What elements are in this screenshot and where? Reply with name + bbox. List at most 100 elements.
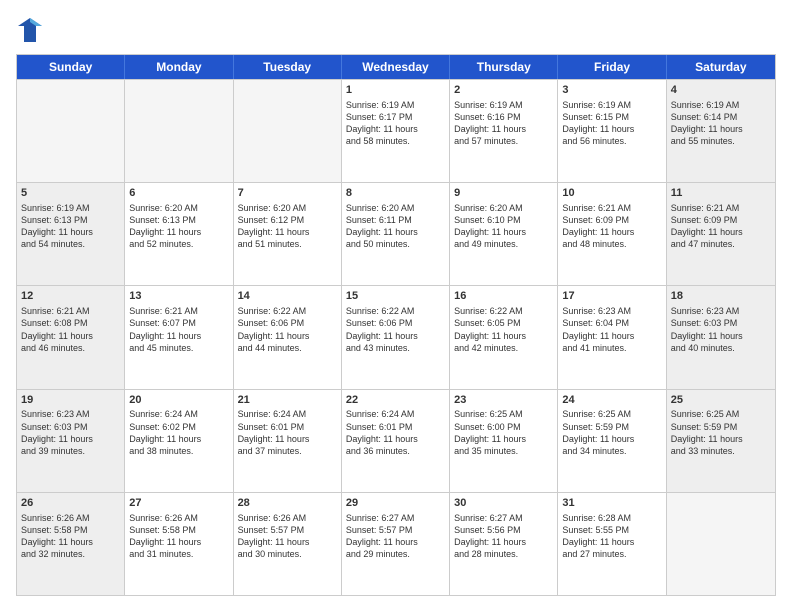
cell-info-line: Daylight: 11 hours: [562, 536, 661, 548]
calendar-cell: 1Sunrise: 6:19 AMSunset: 6:17 PMDaylight…: [342, 80, 450, 182]
cell-info-line: Sunset: 6:08 PM: [21, 317, 120, 329]
cell-info-line: Daylight: 11 hours: [129, 330, 228, 342]
day-number: 1: [346, 83, 445, 98]
cell-info-line: Daylight: 11 hours: [238, 433, 337, 445]
calendar-cell: 21Sunrise: 6:24 AMSunset: 6:01 PMDayligh…: [234, 390, 342, 492]
cell-info-line: Sunset: 6:06 PM: [346, 317, 445, 329]
cell-info-line: Sunset: 5:55 PM: [562, 524, 661, 536]
calendar-cell: 17Sunrise: 6:23 AMSunset: 6:04 PMDayligh…: [558, 286, 666, 388]
cell-info-line: Sunrise: 6:23 AM: [671, 305, 771, 317]
cell-info-line: Sunrise: 6:26 AM: [21, 512, 120, 524]
calendar-cell: 24Sunrise: 6:25 AMSunset: 5:59 PMDayligh…: [558, 390, 666, 492]
cell-info-line: Daylight: 11 hours: [454, 226, 553, 238]
calendar-cell: [125, 80, 233, 182]
cell-info-line: and 52 minutes.: [129, 238, 228, 250]
cell-info-line: Sunrise: 6:23 AM: [562, 305, 661, 317]
day-number: 8: [346, 186, 445, 201]
cell-info-line: Sunrise: 6:27 AM: [454, 512, 553, 524]
cell-info-line: Daylight: 11 hours: [346, 330, 445, 342]
day-number: 3: [562, 83, 661, 98]
cell-info-line: and 43 minutes.: [346, 342, 445, 354]
calendar-row-3: 19Sunrise: 6:23 AMSunset: 6:03 PMDayligh…: [17, 389, 775, 492]
cell-info-line: Sunset: 5:56 PM: [454, 524, 553, 536]
cell-info-line: Daylight: 11 hours: [454, 123, 553, 135]
calendar-cell: 29Sunrise: 6:27 AMSunset: 5:57 PMDayligh…: [342, 493, 450, 595]
calendar-cell: 11Sunrise: 6:21 AMSunset: 6:09 PMDayligh…: [667, 183, 775, 285]
day-number: 13: [129, 289, 228, 304]
cell-info-line: and 29 minutes.: [346, 548, 445, 560]
cell-info-line: Sunrise: 6:19 AM: [454, 99, 553, 111]
calendar-cell: 9Sunrise: 6:20 AMSunset: 6:10 PMDaylight…: [450, 183, 558, 285]
cell-info-line: Sunrise: 6:20 AM: [454, 202, 553, 214]
day-number: 22: [346, 393, 445, 408]
header: [16, 16, 776, 44]
cell-info-line: Sunset: 5:58 PM: [21, 524, 120, 536]
cell-info-line: and 58 minutes.: [346, 135, 445, 147]
cell-info-line: Daylight: 11 hours: [346, 226, 445, 238]
cell-info-line: Sunset: 6:00 PM: [454, 421, 553, 433]
cell-info-line: Sunrise: 6:21 AM: [562, 202, 661, 214]
cell-info-line: and 33 minutes.: [671, 445, 771, 457]
cell-info-line: Daylight: 11 hours: [129, 226, 228, 238]
calendar-cell: 23Sunrise: 6:25 AMSunset: 6:00 PMDayligh…: [450, 390, 558, 492]
cell-info-line: and 27 minutes.: [562, 548, 661, 560]
cell-info-line: and 39 minutes.: [21, 445, 120, 457]
cell-info-line: and 42 minutes.: [454, 342, 553, 354]
day-number: 5: [21, 186, 120, 201]
day-number: 10: [562, 186, 661, 201]
day-number: 7: [238, 186, 337, 201]
cell-info-line: Sunrise: 6:21 AM: [129, 305, 228, 317]
cell-info-line: Sunrise: 6:20 AM: [238, 202, 337, 214]
day-number: 23: [454, 393, 553, 408]
cell-info-line: Sunset: 6:07 PM: [129, 317, 228, 329]
calendar-cell: 25Sunrise: 6:25 AMSunset: 5:59 PMDayligh…: [667, 390, 775, 492]
day-number: 16: [454, 289, 553, 304]
cell-info-line: Sunset: 6:10 PM: [454, 214, 553, 226]
cell-info-line: Daylight: 11 hours: [129, 536, 228, 548]
cell-info-line: and 57 minutes.: [454, 135, 553, 147]
cell-info-line: Sunrise: 6:19 AM: [21, 202, 120, 214]
cell-info-line: Daylight: 11 hours: [21, 330, 120, 342]
cell-info-line: and 30 minutes.: [238, 548, 337, 560]
cell-info-line: Daylight: 11 hours: [562, 226, 661, 238]
cell-info-line: Sunrise: 6:19 AM: [671, 99, 771, 111]
cell-info-line: and 38 minutes.: [129, 445, 228, 457]
cell-info-line: Sunset: 5:59 PM: [562, 421, 661, 433]
cell-info-line: Sunset: 6:09 PM: [562, 214, 661, 226]
cell-info-line: Sunset: 5:59 PM: [671, 421, 771, 433]
calendar-cell: 4Sunrise: 6:19 AMSunset: 6:14 PMDaylight…: [667, 80, 775, 182]
cell-info-line: and 47 minutes.: [671, 238, 771, 250]
weekday-header-sunday: Sunday: [17, 55, 125, 79]
cell-info-line: Daylight: 11 hours: [238, 330, 337, 342]
cell-info-line: and 54 minutes.: [21, 238, 120, 250]
cell-info-line: Sunset: 6:16 PM: [454, 111, 553, 123]
cell-info-line: Sunrise: 6:22 AM: [238, 305, 337, 317]
day-number: 20: [129, 393, 228, 408]
weekday-header-thursday: Thursday: [450, 55, 558, 79]
cell-info-line: and 44 minutes.: [238, 342, 337, 354]
cell-info-line: Daylight: 11 hours: [562, 433, 661, 445]
day-number: 29: [346, 496, 445, 511]
weekday-header-saturday: Saturday: [667, 55, 775, 79]
calendar-header: SundayMondayTuesdayWednesdayThursdayFrid…: [17, 55, 775, 79]
day-number: 24: [562, 393, 661, 408]
day-number: 30: [454, 496, 553, 511]
cell-info-line: Sunrise: 6:19 AM: [562, 99, 661, 111]
cell-info-line: and 55 minutes.: [671, 135, 771, 147]
calendar-cell: 13Sunrise: 6:21 AMSunset: 6:07 PMDayligh…: [125, 286, 233, 388]
day-number: 14: [238, 289, 337, 304]
cell-info-line: and 45 minutes.: [129, 342, 228, 354]
cell-info-line: Sunrise: 6:21 AM: [21, 305, 120, 317]
cell-info-line: Sunrise: 6:20 AM: [346, 202, 445, 214]
calendar-cell: 3Sunrise: 6:19 AMSunset: 6:15 PMDaylight…: [558, 80, 666, 182]
cell-info-line: Daylight: 11 hours: [238, 226, 337, 238]
day-number: 11: [671, 186, 771, 201]
cell-info-line: Sunset: 6:09 PM: [671, 214, 771, 226]
cell-info-line: Sunrise: 6:26 AM: [129, 512, 228, 524]
calendar-cell: 28Sunrise: 6:26 AMSunset: 5:57 PMDayligh…: [234, 493, 342, 595]
cell-info-line: and 37 minutes.: [238, 445, 337, 457]
cell-info-line: Daylight: 11 hours: [671, 433, 771, 445]
cell-info-line: Daylight: 11 hours: [454, 433, 553, 445]
day-number: 31: [562, 496, 661, 511]
cell-info-line: Sunset: 5:57 PM: [346, 524, 445, 536]
